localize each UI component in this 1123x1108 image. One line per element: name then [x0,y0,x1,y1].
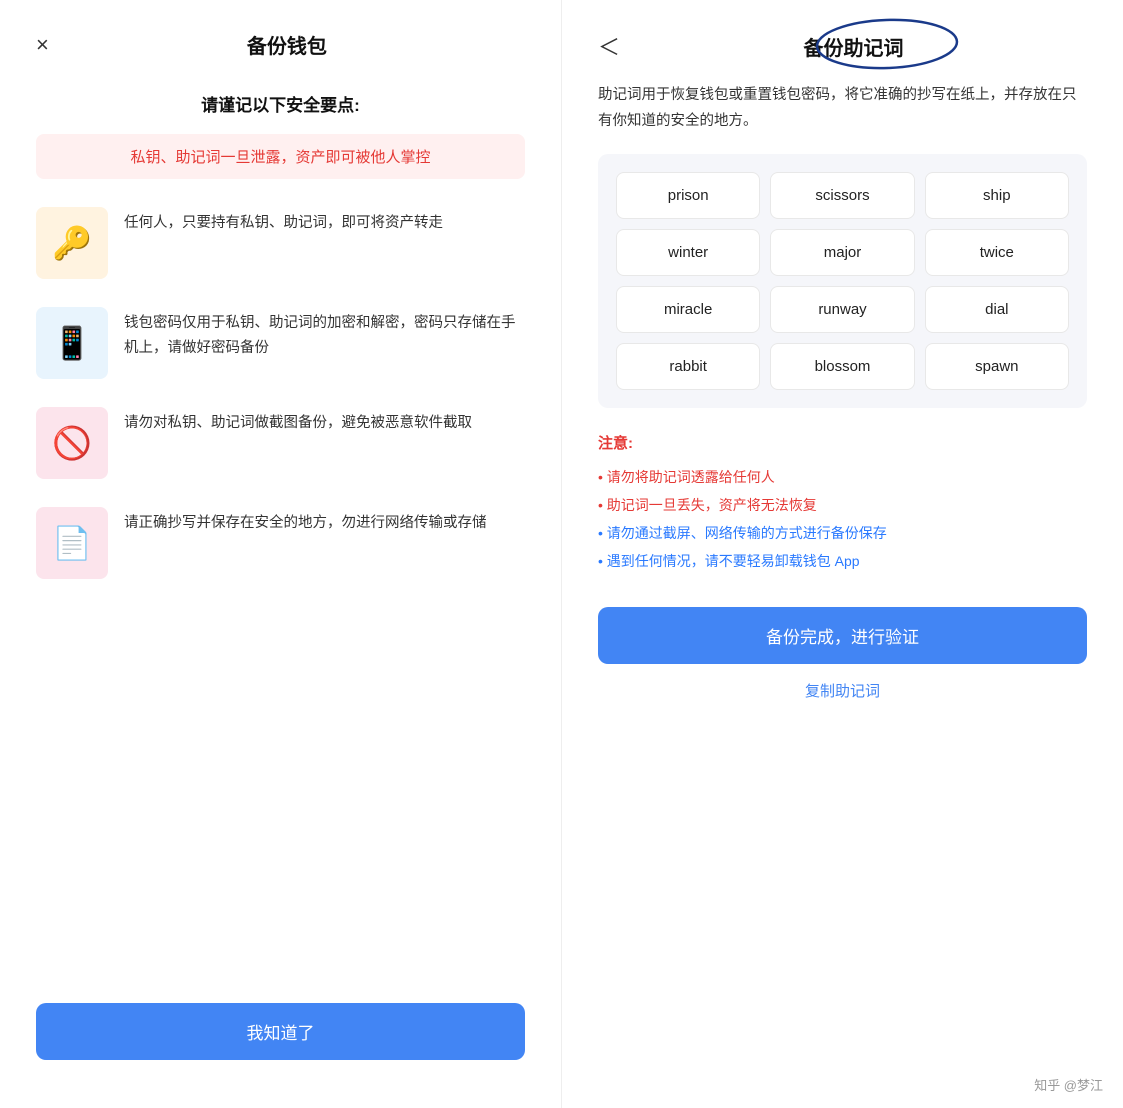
backup-verify-button[interactable]: 备份完成，进行验证 [598,607,1087,664]
mnemonic-word-8: dial [925,286,1069,333]
security-item-2: 🚫 请勿对私钥、助记词做截图备份，避免被恶意软件截取 [36,407,525,479]
left-header: × 备份钱包 [36,30,525,59]
right-desc: 助记词用于恢复钱包或重置钱包密码，将它准确的抄写在纸上，并存放在只有你知道的安全… [598,82,1087,134]
security-desc-2: 请勿对私钥、助记词做截图备份，避免被恶意软件截取 [124,407,472,436]
right-title: 备份助记词 [620,32,1087,61]
notice-item-1: • 助记词一旦丢失，资产将无法恢复 [598,491,1087,519]
security-desc-1: 钱包密码仅用于私钥、助记词的加密和解密，密码只存储在手机上，请做好密码备份 [124,307,525,360]
security-icon-3: 📄 [36,507,108,579]
copy-mnemonic-button[interactable]: 复制助记词 [598,680,1087,701]
mnemonic-word-0: prison [616,172,760,219]
watermark: 知乎 @梦江 [1034,1075,1103,1094]
notice-section: 注意: • 请勿将助记词透露给任何人• 助记词一旦丢失，资产将无法恢复• 请勿通… [598,432,1087,575]
mnemonic-word-10: blossom [770,343,914,390]
notice-item-2: • 请勿通过截屏、网络传输的方式进行备份保存 [598,519,1087,547]
mnemonic-word-3: winter [616,229,760,276]
close-button[interactable]: × [36,32,49,58]
security-icon-0: 🔑 [36,207,108,279]
security-item-3: 📄 请正确抄写并保存在安全的地方，勿进行网络传输或存储 [36,507,525,579]
mnemonic-word-6: miracle [616,286,760,333]
notice-items-container: • 请勿将助记词透露给任何人• 助记词一旦丢失，资产将无法恢复• 请勿通过截屏、… [598,463,1087,575]
mnemonic-word-7: runway [770,286,914,333]
left-panel: × 备份钱包 请谨记以下安全要点: 私钥、助记词一旦泄露，资产即可被他人掌控 🔑… [0,0,562,1108]
confirm-button[interactable]: 我知道了 [36,1003,525,1060]
mnemonic-word-9: rabbit [616,343,760,390]
mnemonic-word-1: scissors [770,172,914,219]
warning-box: 私钥、助记词一旦泄露，资产即可被他人掌控 [36,134,525,179]
mnemonic-word-11: spawn [925,343,1069,390]
mnemonic-grid: prisonscissorsship wintermajortwice miracl… [598,154,1087,408]
right-panel: ＜ 备份助记词 助记词用于恢复钱包或重置钱包密码，将它准确的抄写在纸上，并存放在… [562,0,1123,1108]
left-subtitle: 请谨记以下安全要点: [36,91,525,116]
mnemonic-word-4: major [770,229,914,276]
back-button[interactable]: ＜ [598,30,620,62]
notice-item-0: • 请勿将助记词透露给任何人 [598,463,1087,491]
security-desc-3: 请正确抄写并保存在安全的地方，勿进行网络传输或存储 [124,507,487,536]
notice-item-3: • 遇到任何情况，请不要轻易卸载钱包 App [598,547,1087,575]
security-item-0: 🔑 任何人，只要持有私钥、助记词，即可将资产转走 [36,207,525,279]
right-header: ＜ 备份助记词 [598,30,1087,62]
security-desc-0: 任何人，只要持有私钥、助记词，即可将资产转走 [124,207,443,236]
mnemonic-word-2: ship [925,172,1069,219]
security-items-container: 🔑 任何人，只要持有私钥、助记词，即可将资产转走 📱 钱包密码仅用于私钥、助记词… [36,207,525,579]
warning-text: 私钥、助记词一旦泄露，资产即可被他人掌控 [130,149,430,166]
mnemonic-word-5: twice [925,229,1069,276]
notice-title: 注意: [598,432,1087,453]
security-item-1: 📱 钱包密码仅用于私钥、助记词的加密和解密，密码只存储在手机上，请做好密码备份 [36,307,525,379]
security-icon-1: 📱 [36,307,108,379]
security-icon-2: 🚫 [36,407,108,479]
left-title: 备份钱包 [49,30,525,59]
